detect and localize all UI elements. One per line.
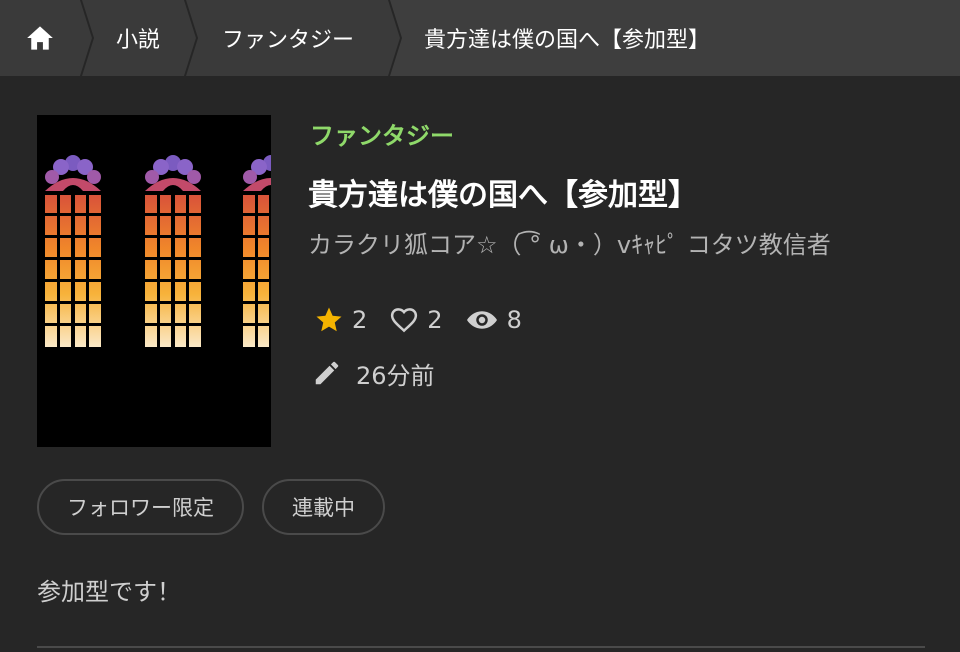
breadcrumb-label: 小説 — [116, 28, 161, 53]
updated-time: 26分前 — [312, 355, 435, 391]
heart-icon — [391, 308, 418, 333]
breadcrumb-label: ファンタジー — [222, 28, 355, 53]
work-title: 貴方達は僕の国へ【参加型】 — [308, 178, 698, 213]
breadcrumb-current-title[interactable]: 貴方達は僕の国へ【参加型】 — [388, 0, 960, 76]
breadcrumb-home[interactable] — [0, 0, 92, 76]
breadcrumb: 貴方達は僕の国へ【参加型】 ファンタジー 小説 — [0, 0, 960, 76]
stained-glass-windows-icon — [45, 155, 271, 347]
tag-list: フォロワー限定 連載中 — [37, 479, 403, 535]
divider — [37, 646, 925, 648]
star-icon — [316, 307, 342, 332]
view-count-value: 8 — [506, 306, 522, 334]
author-link[interactable]: カラクリ狐コア☆（ ͡° ω・）vｷｬﾋﾟ コタツ教信者 — [308, 225, 831, 260]
work-description: 参加型です！ — [37, 578, 181, 606]
cover-image[interactable] — [37, 115, 271, 447]
pencil-icon — [315, 361, 339, 385]
breadcrumb-novels[interactable]: 小説 — [80, 0, 196, 76]
like-count-value: 2 — [427, 306, 443, 334]
stats-row: 2 2 8 — [314, 302, 544, 338]
tag-followers-only[interactable]: フォロワー限定 — [37, 479, 244, 535]
updated-time-value: 26分前 — [356, 361, 435, 390]
breadcrumb-label: 貴方達は僕の国へ【参加型】 — [424, 28, 711, 53]
home-icon — [26, 25, 54, 51]
tag-serializing[interactable]: 連載中 — [262, 479, 385, 535]
eye-icon — [466, 311, 497, 329]
view-count: 8 — [465, 305, 522, 335]
star-count: 2 — [314, 305, 367, 335]
star-count-value: 2 — [352, 306, 368, 334]
like-count: 2 — [389, 305, 443, 335]
genre-link[interactable]: ファンタジー — [310, 116, 454, 151]
breadcrumb-genre[interactable]: ファンタジー — [184, 0, 400, 76]
